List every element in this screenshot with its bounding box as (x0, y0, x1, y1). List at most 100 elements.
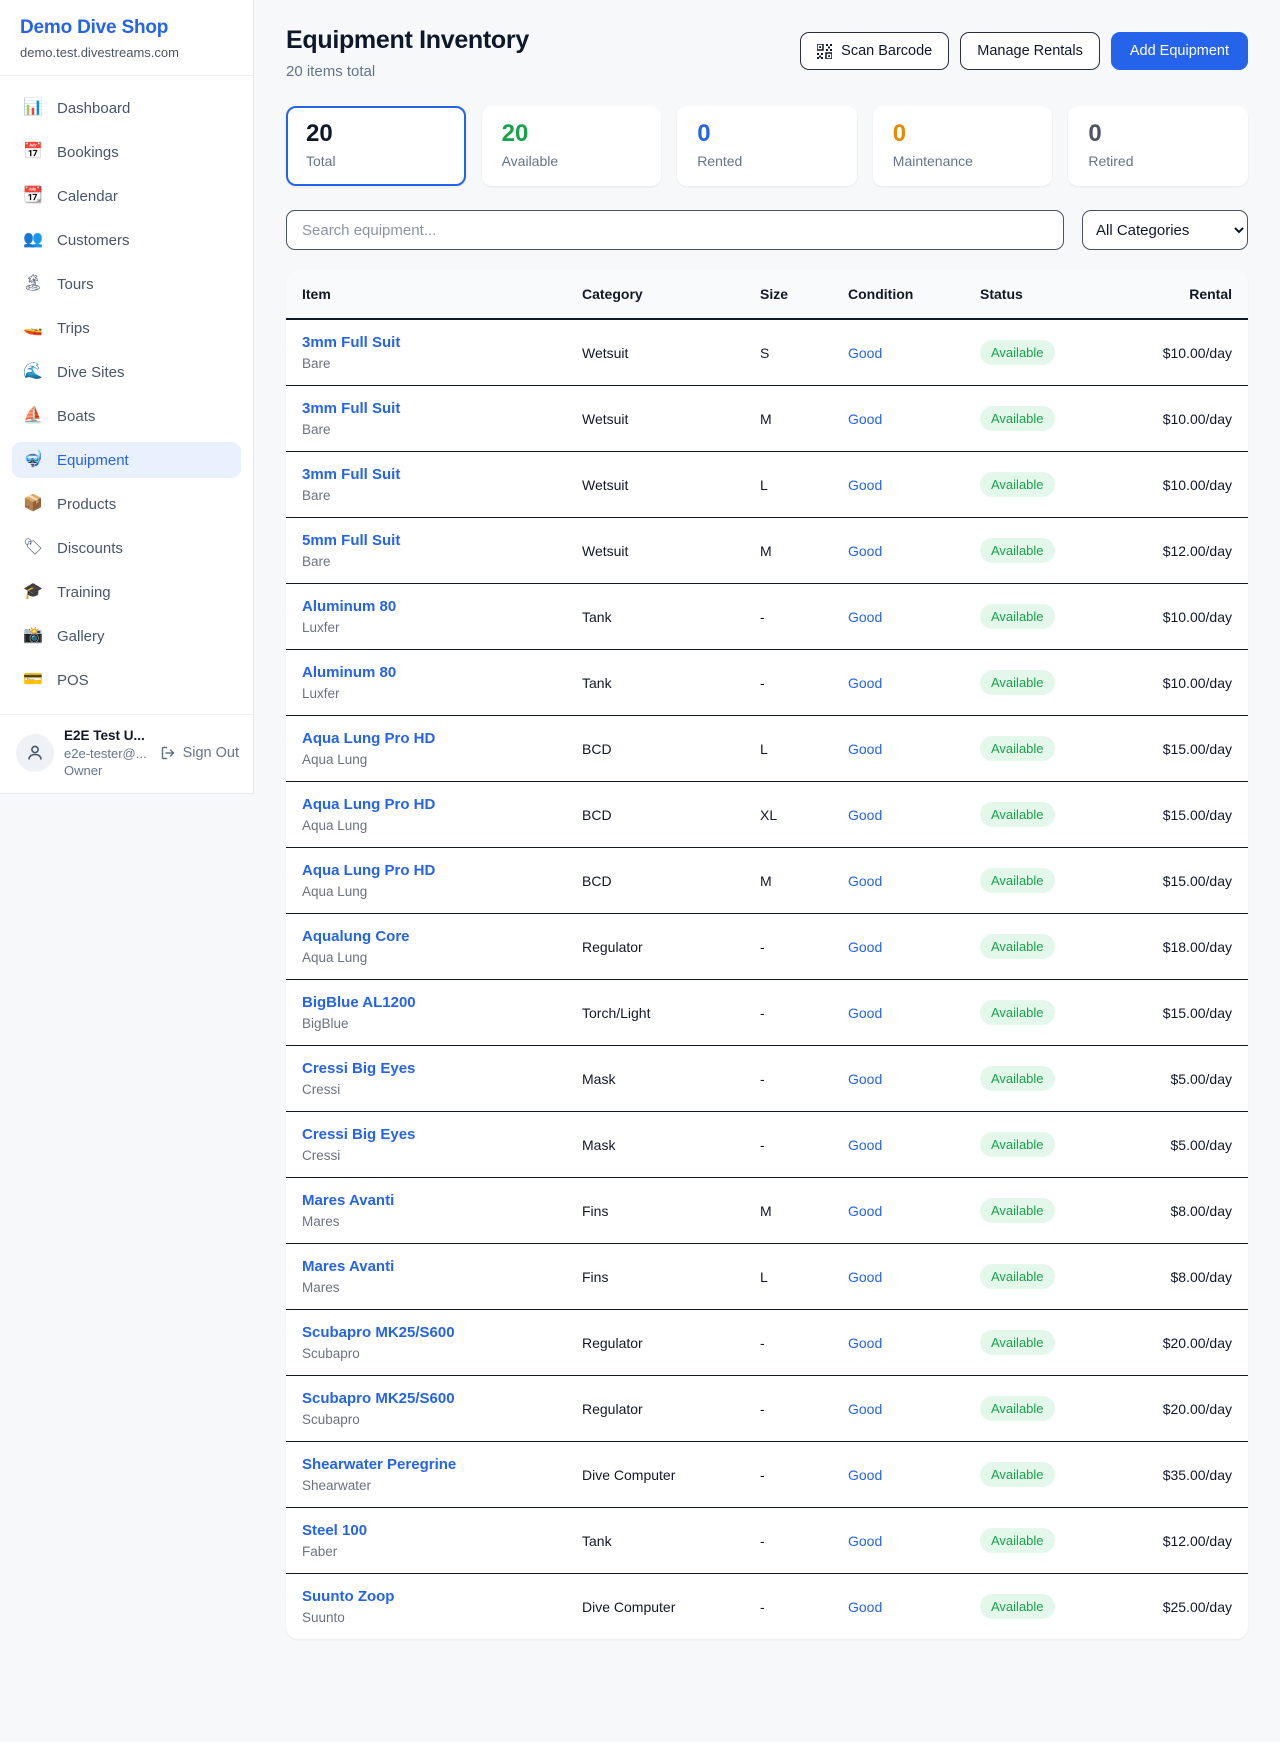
item-name-link[interactable]: Cressi Big Eyes (302, 1126, 582, 1143)
condition-link[interactable]: Good (848, 939, 882, 955)
sign-out-button[interactable]: Sign Out (160, 745, 239, 761)
item-brand: Bare (302, 422, 582, 437)
scan-barcode-button[interactable]: Scan Barcode (800, 32, 949, 70)
stat-card-available[interactable]: 20Available (482, 106, 662, 186)
sidebar-item-pos[interactable]: 💳POS (12, 662, 241, 698)
condition-link[interactable]: Good (848, 1269, 882, 1285)
size-cell: M (760, 1203, 848, 1219)
sidebar-item-customers[interactable]: 👥Customers (12, 222, 241, 258)
condition-link[interactable]: Good (848, 1467, 882, 1483)
stat-card-rented[interactable]: 0Rented (677, 106, 857, 186)
item-name-link[interactable]: Cressi Big Eyes (302, 1060, 582, 1077)
item-name-link[interactable]: Aluminum 80 (302, 664, 582, 681)
sidebar-item-boats[interactable]: ⛵Boats (12, 398, 241, 434)
item-name-link[interactable]: 5mm Full Suit (302, 532, 582, 549)
item-name-link[interactable]: Shearwater Peregrine (302, 1456, 582, 1473)
item-cell: BigBlue AL1200 BigBlue (286, 994, 582, 1031)
item-name-link[interactable]: Aqualung Core (302, 928, 582, 945)
condition-link[interactable]: Good (848, 1005, 882, 1021)
condition-link[interactable]: Good (848, 741, 882, 757)
stat-card-retired[interactable]: 0Retired (1068, 106, 1248, 186)
sidebar-item-dive-sites[interactable]: 🌊Dive Sites (12, 354, 241, 390)
status-cell: Available (980, 340, 1136, 365)
table-row: Aqualung Core Aqua Lung Regulator - Good… (286, 914, 1248, 980)
item-name-link[interactable]: Aqua Lung Pro HD (302, 862, 582, 879)
sidebar-item-dashboard[interactable]: 📊Dashboard (12, 90, 241, 126)
logout-icon (160, 745, 176, 761)
item-name-link[interactable]: 3mm Full Suit (302, 400, 582, 417)
item-brand: Shearwater (302, 1478, 582, 1493)
condition-link[interactable]: Good (848, 873, 882, 889)
condition-link[interactable]: Good (848, 1599, 882, 1615)
item-name-link[interactable]: 3mm Full Suit (302, 466, 582, 483)
condition-link[interactable]: Good (848, 1137, 882, 1153)
condition-link[interactable]: Good (848, 1203, 882, 1219)
condition-link[interactable]: Good (848, 609, 882, 625)
item-name-link[interactable]: Mares Avanti (302, 1258, 582, 1275)
column-header-item: Item (286, 270, 582, 318)
item-name-link[interactable]: Steel 100 (302, 1522, 582, 1539)
item-name-link[interactable]: Scubapro MK25/S600 (302, 1390, 582, 1407)
sidebar-item-label: Calendar (57, 188, 118, 205)
item-brand: Mares (302, 1280, 582, 1295)
status-badge: Available (980, 1264, 1055, 1289)
item-name-link[interactable]: BigBlue AL1200 (302, 994, 582, 1011)
search-input[interactable] (286, 210, 1064, 250)
condition-link[interactable]: Good (848, 675, 882, 691)
condition-link[interactable]: Good (848, 1401, 882, 1417)
table-row: Aluminum 80 Luxfer Tank - Good Available… (286, 650, 1248, 716)
sidebar-item-calendar[interactable]: 📆Calendar (12, 178, 241, 214)
sidebar-item-label: Bookings (57, 144, 119, 161)
item-cell: Aqua Lung Pro HD Aqua Lung (286, 730, 582, 767)
item-cell: Aqualung Core Aqua Lung (286, 928, 582, 965)
status-badge: Available (980, 1594, 1055, 1619)
condition-link[interactable]: Good (848, 411, 882, 427)
brand-logo[interactable]: Demo Dive Shop (20, 17, 233, 39)
item-name-link[interactable]: Aqua Lung Pro HD (302, 730, 582, 747)
sidebar-item-tours[interactable]: 🏝Tours (12, 266, 241, 302)
item-name-link[interactable]: 3mm Full Suit (302, 334, 582, 351)
add-equipment-button[interactable]: Add Equipment (1111, 32, 1248, 70)
stat-value: 0 (893, 121, 1033, 147)
sidebar-item-training[interactable]: 🎓Training (12, 574, 241, 610)
condition-cell: Good (848, 477, 980, 493)
sidebar-item-equipment[interactable]: 🤿Equipment (12, 442, 241, 478)
manage-rentals-button[interactable]: Manage Rentals (960, 32, 1100, 70)
stat-card-maintenance[interactable]: 0Maintenance (873, 106, 1053, 186)
condition-link[interactable]: Good (848, 1071, 882, 1087)
table-row: Mares Avanti Mares Fins L Good Available… (286, 1244, 1248, 1310)
item-brand: Aqua Lung (302, 950, 582, 965)
items-total-count: 20 items total (286, 63, 529, 80)
condition-link[interactable]: Good (848, 477, 882, 493)
category-select[interactable]: All Categories (1082, 210, 1248, 250)
user-section: E2E Test U... e2e-tester@... Owner Sign … (0, 714, 253, 793)
sidebar-item-label: Training (57, 584, 111, 601)
item-cell: Cressi Big Eyes Cressi (286, 1060, 582, 1097)
sidebar-item-products[interactable]: 📦Products (12, 486, 241, 522)
status-cell: Available (980, 1264, 1136, 1289)
item-brand: Faber (302, 1544, 582, 1559)
item-cell: Cressi Big Eyes Cressi (286, 1126, 582, 1163)
tours-icon: 🏝 (22, 276, 44, 292)
sidebar-item-trips[interactable]: 🚤Trips (12, 310, 241, 346)
item-name-link[interactable]: Aqua Lung Pro HD (302, 796, 582, 813)
item-name-link[interactable]: Aluminum 80 (302, 598, 582, 615)
condition-link[interactable]: Good (848, 1533, 882, 1549)
category-cell: Mask (582, 1071, 760, 1087)
sidebar-item-bookings[interactable]: 📅Bookings (12, 134, 241, 170)
condition-link[interactable]: Good (848, 1335, 882, 1351)
condition-cell: Good (848, 1599, 980, 1615)
condition-link[interactable]: Good (848, 345, 882, 361)
item-brand: Aqua Lung (302, 752, 582, 767)
sidebar-item-discounts[interactable]: 🏷Discounts (12, 530, 241, 566)
item-name-link[interactable]: Scubapro MK25/S600 (302, 1324, 582, 1341)
condition-link[interactable]: Good (848, 807, 882, 823)
item-name-link[interactable]: Suunto Zoop (302, 1588, 582, 1605)
status-cell: Available (980, 802, 1136, 827)
stat-card-total[interactable]: 20Total (286, 106, 466, 186)
item-name-link[interactable]: Mares Avanti (302, 1192, 582, 1209)
condition-link[interactable]: Good (848, 543, 882, 559)
sidebar-item-gallery[interactable]: 📸Gallery (12, 618, 241, 654)
rental-cell: $15.00/day (1136, 873, 1248, 889)
sidebar-item-label: Dashboard (57, 100, 130, 117)
